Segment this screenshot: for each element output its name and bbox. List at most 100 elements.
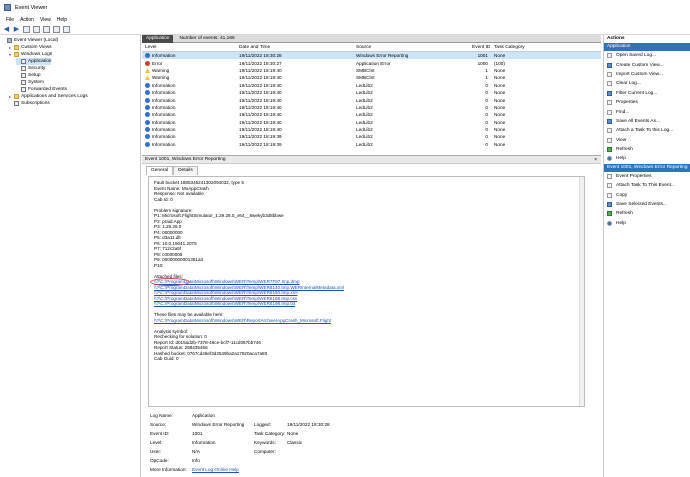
table-row[interactable]: Information 19/11/2022 18:19:40 LedLib2 0 No… (142, 111, 601, 118)
tree-item-setup[interactable]: Setup (16, 72, 41, 79)
action-find[interactable]: Find... (604, 107, 690, 116)
tree-item-label: Forwarded Events (28, 87, 67, 92)
forward-arrow-icon[interactable]: ▶ (13, 26, 20, 33)
tab-general[interactable]: General (146, 166, 174, 175)
tree-item-label: Application (28, 59, 52, 64)
cell-event-id: 0 (485, 119, 488, 125)
table-row[interactable]: Information 19/11/2022 18:19:40 LedLib2 0 No… (142, 126, 601, 133)
action-label: Save Selected Events... (616, 202, 667, 208)
action-refresh[interactable]: Refresh (604, 209, 690, 218)
expand-arrow-icon[interactable]: ▸ (9, 94, 13, 99)
menu-file[interactable]: File (6, 17, 14, 23)
action-create-custom-view[interactable]: Create Custom View... (604, 60, 690, 69)
properties-icon[interactable] (63, 25, 70, 33)
tree-item-system[interactable]: System (16, 79, 44, 86)
table-row[interactable]: Information 19/11/2022 18:19:40 LedLib2 0 No… (142, 96, 601, 103)
menu-bar: File Action View Help (0, 15, 690, 24)
event-description-box[interactable]: Fault bucket 1885345241302094032, type 5… (148, 176, 585, 407)
copy-icon (607, 192, 612, 198)
table-row[interactable]: Information 19/11/2022 18:19:40 LedLib2 0 No… (142, 89, 601, 96)
cell-date: 19/11/2022 18:19:40 (239, 82, 282, 88)
event-log-online-help-link[interactable]: Event Log Online Help (192, 467, 239, 475)
actions-section-event[interactable]: Event 1001, Windows Error Reporting (604, 163, 690, 172)
action-open-saved-log[interactable]: Open Saved Log... (604, 51, 690, 60)
actions-section-application[interactable]: Application (604, 43, 690, 51)
table-row[interactable]: Warning 19/11/2022 18:19:40 SMBClnt 1 None (142, 74, 601, 81)
prop-task-category-label: Task Category: (254, 431, 286, 436)
events-grid: Level Date and Time Source Event ID Task… (142, 44, 601, 152)
action-refresh[interactable]: Refresh (604, 145, 690, 154)
tree-item-event-viewer-local[interactable]: Event Viewer (Local) (2, 37, 58, 44)
description-line: Cab Guid: 0 (154, 356, 179, 361)
show-hide-actions-icon[interactable] (43, 25, 50, 33)
action-label: Open Saved Log... (616, 53, 657, 59)
table-row[interactable]: Information 19/11/2022 18:19:39 LedLib2 0 No… (142, 133, 601, 140)
table-row[interactable]: Information 19/11/2022 18:19:40 LedLib2 0 No… (142, 82, 601, 89)
expand-arrow-icon[interactable]: ▾ (9, 52, 13, 57)
tab-details[interactable]: Details (173, 166, 198, 175)
expand-arrow-icon[interactable]: ▸ (9, 45, 13, 50)
action-attach-task-to-this-event[interactable]: Attach Task To This Event... (604, 181, 690, 190)
back-arrow-icon[interactable]: ◀ (3, 26, 10, 33)
prop-logged-label: Logged: (254, 422, 271, 427)
log-name: Application (142, 34, 174, 43)
column-header-date[interactable]: Date and Time (239, 45, 356, 50)
column-header-task-category[interactable]: Task Category (490, 45, 530, 50)
action-save-all-events-as[interactable]: Save All Events As... (604, 117, 690, 126)
action-help[interactable]: Help (604, 154, 690, 163)
tree-item-label: Subscriptions (21, 101, 50, 106)
action-save-selected-events[interactable]: Save Selected Events... (604, 200, 690, 209)
information-icon (145, 112, 150, 118)
action-help[interactable]: Help (604, 219, 690, 228)
column-header-level[interactable]: Level (142, 45, 239, 50)
cell-event-id: 0 (485, 97, 488, 103)
actions-pane: Actions Application Open Saved Log... Cre… (603, 35, 690, 477)
action-import-custom-view[interactable]: Import Custom View... (604, 70, 690, 79)
tree-item-applications-and-services-logs[interactable]: ▸ Applications and Services Logs (9, 93, 88, 100)
table-row[interactable]: Error 19/11/2022 18:30:27 Application Erro… (142, 59, 601, 66)
column-header-source[interactable]: Source (356, 45, 472, 50)
window-title: Event Viewer (15, 4, 48, 11)
table-row[interactable]: Information 19/11/2022 18:19:40 LedLib2 0 No… (142, 104, 601, 111)
table-row[interactable]: Information 19/11/2022 18:30:28 Windows Er… (142, 52, 601, 60)
properties-icon (607, 173, 612, 179)
cell-level: Warning (142, 75, 239, 81)
pc-icon (7, 38, 12, 43)
table-row[interactable]: Warning 19/11/2022 18:19:40 SMBClnt 1 None (142, 67, 601, 74)
action-label: Help (616, 220, 626, 226)
tree-item-application[interactable]: Application (16, 58, 52, 65)
action-event-properties[interactable]: Event Properties (604, 172, 690, 181)
table-row[interactable]: Information 19/11/2022 18:19:40 LedLib2 0 No… (142, 119, 601, 126)
menu-view[interactable]: View (40, 17, 51, 23)
vertical-scrollbar[interactable] (579, 177, 584, 406)
action-properties[interactable]: Properties (604, 98, 690, 107)
tree-item-subscriptions[interactable]: Subscriptions (9, 100, 50, 107)
cell-task-category: None (494, 67, 506, 73)
tree-item-forwarded-events[interactable]: Forwarded Events (16, 86, 67, 93)
tree-item-windows-logs[interactable]: ▾ Windows Logs (9, 51, 52, 58)
table-row[interactable]: Information 19/11/2022 18:19:39 LedLib2 0 No… (142, 141, 601, 148)
show-hide-tree-icon[interactable] (33, 25, 40, 33)
folder-icon (14, 45, 19, 50)
action-view[interactable]: View (604, 136, 690, 145)
column-header-event-id[interactable]: Event ID (472, 45, 490, 50)
tree-item-label: System (28, 80, 44, 85)
menu-action[interactable]: Action (20, 17, 34, 23)
menu-help[interactable]: Help (57, 17, 67, 23)
tree-item-security[interactable]: Security (16, 65, 45, 72)
cell-level: Information (142, 97, 239, 103)
folder-icon (14, 52, 19, 57)
tree-item-custom-views[interactable]: ▸ Custom Views (9, 44, 52, 51)
action-copy[interactable]: Copy (604, 190, 690, 199)
action-attach-a-task-to-this-log[interactable]: Attach a Task To this Log... (604, 126, 690, 135)
close-icon[interactable]: × (594, 157, 597, 163)
action-clear-log[interactable]: Clear Log... (604, 79, 690, 88)
action-label: Copy (616, 192, 628, 198)
cell-event-id: 0 (485, 127, 488, 133)
up-folder-icon[interactable] (23, 25, 30, 33)
cell-event-id: 1001 (477, 53, 488, 59)
action-filter-current-log[interactable]: Filter Current Log... (604, 89, 690, 98)
help-icon[interactable] (53, 25, 60, 33)
cell-task-category: None (494, 127, 506, 133)
cell-source: LedLib2 (356, 141, 373, 147)
